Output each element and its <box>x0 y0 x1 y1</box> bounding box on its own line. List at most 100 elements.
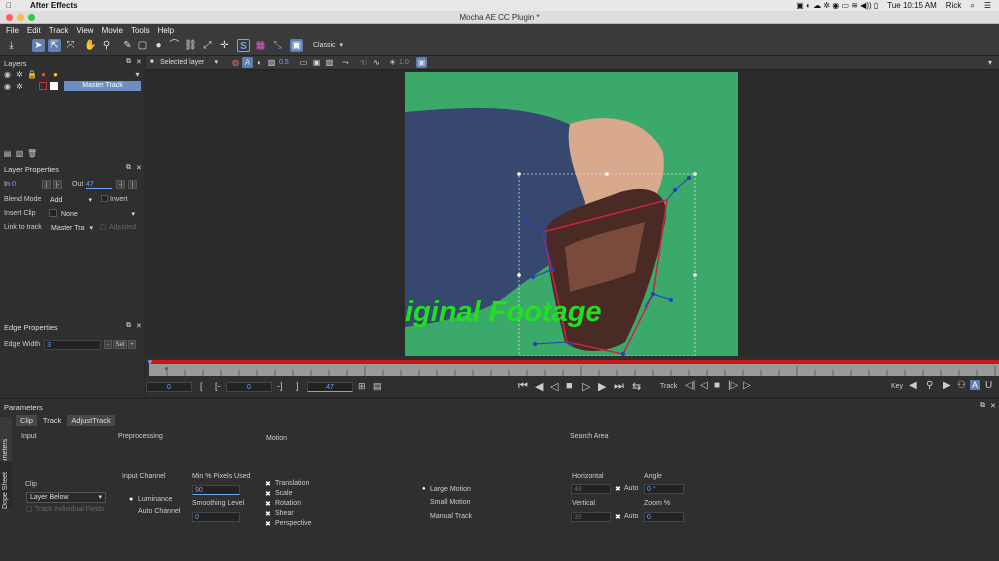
select-multi-tool-icon[interactable]: ⇱ <box>48 39 61 52</box>
vertical-field[interactable]: 39 <box>571 512 611 522</box>
grid-icon[interactable]: ▦ <box>254 39 267 52</box>
current-frame-field[interactable]: 0 <box>146 382 192 392</box>
panel-close-icon[interactable]: ✕ <box>990 402 996 410</box>
apple-icon[interactable]:  <box>6 1 18 10</box>
viewer-canvas[interactable]: iginal Footage <box>146 70 999 356</box>
panel-undock-icon[interactable]: ⧉ <box>126 58 131 66</box>
delete-key-icon[interactable]: U <box>985 380 992 391</box>
go-to-start-icon[interactable]: ⏮ <box>518 380 528 393</box>
show-planar-icon[interactable]: ▧ <box>324 57 335 68</box>
rectangle-tool-icon[interactable]: ▢ <box>136 39 149 52</box>
close-window-button[interactable] <box>6 14 13 21</box>
surface-edge-handle[interactable] <box>693 273 697 277</box>
next-key-icon[interactable]: ▶ <box>943 380 951 391</box>
scale-check-icon[interactable]: ✖ <box>265 490 271 498</box>
panel-undock-icon[interactable]: ⧉ <box>126 164 131 172</box>
surface-icon[interactable]: S <box>237 39 250 52</box>
manual-track-radio[interactable] <box>422 514 428 520</box>
playhead-icon[interactable]: ▼ <box>146 358 154 367</box>
bezier-handle-point[interactable] <box>523 218 527 222</box>
shear-check-icon[interactable]: ✖ <box>265 510 271 518</box>
track-back-one-icon[interactable]: ◁ <box>700 380 708 391</box>
rgb-channel-icon[interactable]: ◍ <box>230 57 241 68</box>
out-go-button[interactable]: | <box>128 180 137 189</box>
panel-close-icon[interactable]: ✕ <box>136 58 142 66</box>
ellipse-tool-icon[interactable]: ● <box>152 39 165 52</box>
track-stop-icon[interactable]: ■ <box>714 380 720 391</box>
align-surface-icon[interactable]: ▣ <box>290 39 303 52</box>
min-pixels-field[interactable]: 90 <box>192 485 240 495</box>
new-layer-icon[interactable]: ▤ <box>3 149 12 158</box>
link-to-track-dropdown[interactable]: Master Tra ▾ <box>48 223 96 234</box>
play-forward-icon[interactable]: ▷ <box>582 380 590 393</box>
track-forward-one-icon[interactable]: |▷ <box>728 380 738 391</box>
matte-view-icon[interactable]: ◐ <box>254 57 265 68</box>
cog-icon[interactable]: ✲ <box>15 70 24 79</box>
horizontal-field[interactable]: 48 <box>571 484 611 494</box>
reset-range-icon[interactable]: ⊞ <box>358 381 366 392</box>
eye-icon[interactable]: ◉ <box>3 70 12 79</box>
menu-movie[interactable]: Movie <box>102 26 123 35</box>
layer-matte-swatch[interactable] <box>50 82 58 90</box>
go-to-end-icon[interactable]: ⏭ <box>614 380 624 393</box>
surface-edge-handle[interactable] <box>517 273 521 277</box>
autokey-icon[interactable]: A <box>970 380 980 390</box>
translation-check-icon[interactable]: ✖ <box>265 480 271 488</box>
layer-visible-icon[interactable]: ◉ <box>3 82 12 91</box>
panel-close-icon[interactable]: ✕ <box>136 164 142 172</box>
layer-cog-icon[interactable]: ✲ <box>15 82 24 91</box>
link-tool-icon[interactable]: ⛓ <box>184 39 197 52</box>
transform-tool-icon[interactable]: ⤢ <box>201 39 214 52</box>
all-keys-icon[interactable]: ⚇ <box>957 380 966 391</box>
surface-corner-handle[interactable] <box>693 172 697 176</box>
pan-hand-icon[interactable]: ✋ <box>84 39 97 52</box>
viewer-menu-icon[interactable]: ▾ <box>988 58 992 67</box>
step-back-icon[interactable]: ◀ <box>535 380 543 393</box>
move-tool-icon[interactable]: ✛ <box>218 39 231 52</box>
menu-track[interactable]: Track <box>49 26 69 35</box>
tab-track[interactable]: Track <box>37 415 67 426</box>
adjusted-checkbox[interactable] <box>100 224 106 230</box>
invert-checkbox[interactable] <box>101 195 108 202</box>
smoothing-field[interactable]: 0 <box>192 512 240 522</box>
bezier-handle-point[interactable] <box>533 342 537 346</box>
trash-icon[interactable]: 🗑 <box>27 149 37 158</box>
zoom-field[interactable]: 0 <box>644 512 684 522</box>
in-point-go-icon[interactable]: [- <box>215 381 221 391</box>
vertical-auto-check-icon[interactable]: ✖ <box>615 513 621 521</box>
edge-plus-button[interactable]: + <box>128 340 136 349</box>
edge-minus-button[interactable]: - <box>104 340 112 349</box>
surface-corner-handle[interactable] <box>517 172 521 176</box>
menu-edit[interactable]: Edit <box>27 26 41 35</box>
zoom-window-button[interactable] <box>28 14 35 21</box>
out-value[interactable]: 47 <box>86 181 112 189</box>
lock-icon[interactable]: 🔒 <box>27 70 37 79</box>
tab-clip[interactable]: Clip <box>16 415 37 426</box>
bezier-handle-point[interactable] <box>687 176 691 180</box>
in-go-button[interactable]: |- <box>53 180 62 189</box>
insert-clip-dropdown[interactable]: None ▾ <box>58 209 138 220</box>
status-icons[interactable]: ▣ ◐ ☁ ✲ ◉ ▭ ≋ ◀)) ▯ <box>796 1 878 10</box>
clip-dropdown[interactable]: Layer Below ▾ <box>26 492 106 503</box>
app-name[interactable]: After Effects <box>30 1 78 10</box>
minimize-window-button[interactable] <box>17 14 24 21</box>
spline-control-point[interactable] <box>651 292 655 296</box>
keyframe-marker[interactable] <box>165 367 168 370</box>
overlay-view-icon[interactable]: ▨ <box>266 57 277 68</box>
timeline-ruler[interactable] <box>149 364 999 376</box>
layer-select-dropdown[interactable]: Selected layer ▾ <box>157 57 221 68</box>
clock[interactable]: Tue 10:15 AM <box>887 1 937 10</box>
in-value[interactable]: 0 <box>12 181 16 188</box>
panel-undock-icon[interactable]: ⧉ <box>980 402 985 410</box>
curve-view-icon[interactable]: ∿ <box>371 57 382 68</box>
select-points-tool-icon[interactable]: ⤧ <box>64 39 77 52</box>
brightness-icon[interactable]: ☀ <box>387 57 398 68</box>
horizontal-auto-check-icon[interactable]: ✖ <box>615 485 621 493</box>
loop-icon[interactable]: ⇆ <box>632 380 641 393</box>
spline-tool-icon[interactable]: ⌒ <box>168 39 181 52</box>
menu-tools[interactable]: Tools <box>131 26 150 35</box>
auto-channel-radio[interactable] <box>129 509 135 515</box>
alpha-channel-icon[interactable]: A <box>242 57 253 68</box>
track-individual-fields-checkbox[interactable] <box>26 506 32 512</box>
menu-help[interactable]: Help <box>158 26 174 35</box>
